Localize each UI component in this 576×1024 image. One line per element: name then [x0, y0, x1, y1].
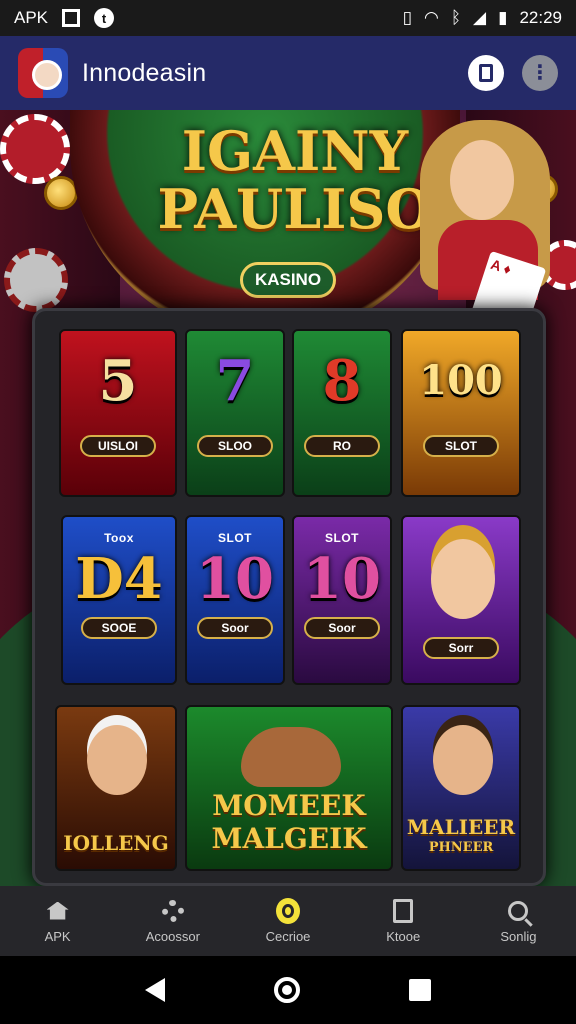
chip-icon	[0, 114, 70, 184]
nav-item-ktooe[interactable]: Ktooe	[346, 886, 461, 956]
app-logo[interactable]	[18, 48, 68, 98]
gear-icon	[161, 899, 184, 922]
game-grid-panel: 5 UISLOI 7 SLOO 8 RO 100 SLOT Toox D4 SOOE SLOT 10 So…	[32, 308, 546, 886]
carrier-label: APK	[14, 8, 49, 27]
character-illustration	[431, 539, 495, 619]
hero-banner: IGAINY PAULISO KASINO A ♦ 5 UISLOI 7 SLOO 8 R…	[0, 110, 576, 886]
book-icon	[393, 898, 414, 923]
screenshot-icon	[62, 9, 81, 27]
game-label: SLOT	[423, 435, 499, 457]
game-number: 10	[196, 546, 274, 612]
game-tile[interactable]: SLOT 10 Soor	[292, 515, 392, 685]
game-number: 8	[322, 348, 362, 414]
nav-item-casino[interactable]: Cecrioe	[230, 886, 345, 956]
kasino-badge[interactable]: KASINO	[240, 262, 336, 298]
game-tag: SLOT	[325, 531, 359, 545]
nav-item-apk[interactable]: APK	[0, 886, 115, 956]
game-label: RO	[304, 435, 380, 457]
recent-apps-button[interactable]	[409, 979, 432, 1001]
home-icon	[46, 901, 69, 920]
battery-icon: ▮	[498, 8, 508, 27]
device-icon	[479, 64, 493, 82]
system-navigation-bar	[0, 956, 576, 1024]
vibrate-icon: ▯	[402, 8, 412, 27]
more-vertical-icon: ⋮	[530, 62, 550, 84]
chip-icon	[4, 248, 68, 312]
game-tile[interactable]: MALIEER PHNEER	[401, 705, 521, 871]
game-tile[interactable]: SLOT 10 Soor	[185, 515, 285, 685]
bluetooth-icon: ᛒ	[450, 8, 462, 27]
game-number: 5	[98, 348, 138, 414]
game-number: 100	[419, 357, 503, 404]
wifi-icon: ◠	[423, 8, 439, 27]
game-tile[interactable]: 7 SLOO	[185, 329, 285, 497]
game-tile[interactable]: 100 SLOT	[401, 329, 521, 497]
game-art	[241, 727, 341, 787]
more-options-button[interactable]: ⋮	[522, 55, 558, 91]
hero-title: IGAINY PAULISO	[157, 119, 433, 241]
game-tile[interactable]: Sorr	[401, 515, 521, 685]
game-tag: Toox	[104, 531, 134, 545]
game-label: Soor	[197, 617, 273, 639]
game-tile[interactable]: 5 UISLOI	[59, 329, 177, 497]
search-icon	[508, 900, 529, 921]
game-tag: SLOT	[218, 531, 252, 545]
game-label: SOOE	[81, 617, 157, 639]
nav-label: Sonlig	[500, 928, 537, 944]
bottom-navigation: APK Acoossor Cecrioe Ktooe Sonlig	[0, 886, 576, 956]
game-tile[interactable]: MOMEEK MALGEIK	[185, 705, 393, 871]
device-button[interactable]	[468, 55, 504, 91]
game-art	[433, 725, 493, 795]
home-button[interactable]	[273, 977, 300, 1003]
nav-item-search[interactable]: Sonlig	[461, 886, 576, 956]
game-label: Sorr	[423, 637, 499, 659]
game-title: IOLLENG	[63, 831, 169, 855]
nav-label: Cecrioe	[265, 928, 311, 944]
app-bar: Innodeasin ⋮	[0, 36, 576, 110]
game-title: MALIEER	[406, 815, 516, 839]
nav-label: Ktooe	[386, 928, 421, 944]
game-tile[interactable]: IOLLENG	[55, 705, 177, 871]
game-art	[87, 725, 147, 795]
game-number: D4	[75, 546, 163, 612]
game-number: 10	[303, 546, 381, 612]
nav-label: APK	[44, 928, 71, 944]
casino-chip-icon	[276, 897, 300, 924]
game-tile[interactable]: 8 RO	[292, 329, 392, 497]
nav-item-accessor[interactable]: Acoossor	[115, 886, 230, 956]
game-number: 7	[215, 348, 255, 414]
game-tile[interactable]: Toox D4 SOOE	[61, 515, 177, 685]
status-bar: APK t ▯ ◠ ᛒ ◢ ▮ 22:29	[0, 0, 576, 36]
notification-icon: t	[94, 8, 115, 28]
game-label: Soor	[304, 617, 380, 639]
game-subtitle: PHNEER	[428, 840, 494, 855]
game-label: UISLOI	[80, 435, 156, 457]
game-title: MOMEEK MALGEIK	[211, 789, 367, 855]
nav-label: Acoossor	[145, 928, 200, 944]
clock: 22:29	[519, 8, 562, 27]
app-title: Innodeasin	[82, 58, 207, 87]
game-label: SLOO	[197, 435, 273, 457]
signal-icon: ◢	[473, 8, 487, 27]
back-button[interactable]	[144, 978, 165, 1002]
